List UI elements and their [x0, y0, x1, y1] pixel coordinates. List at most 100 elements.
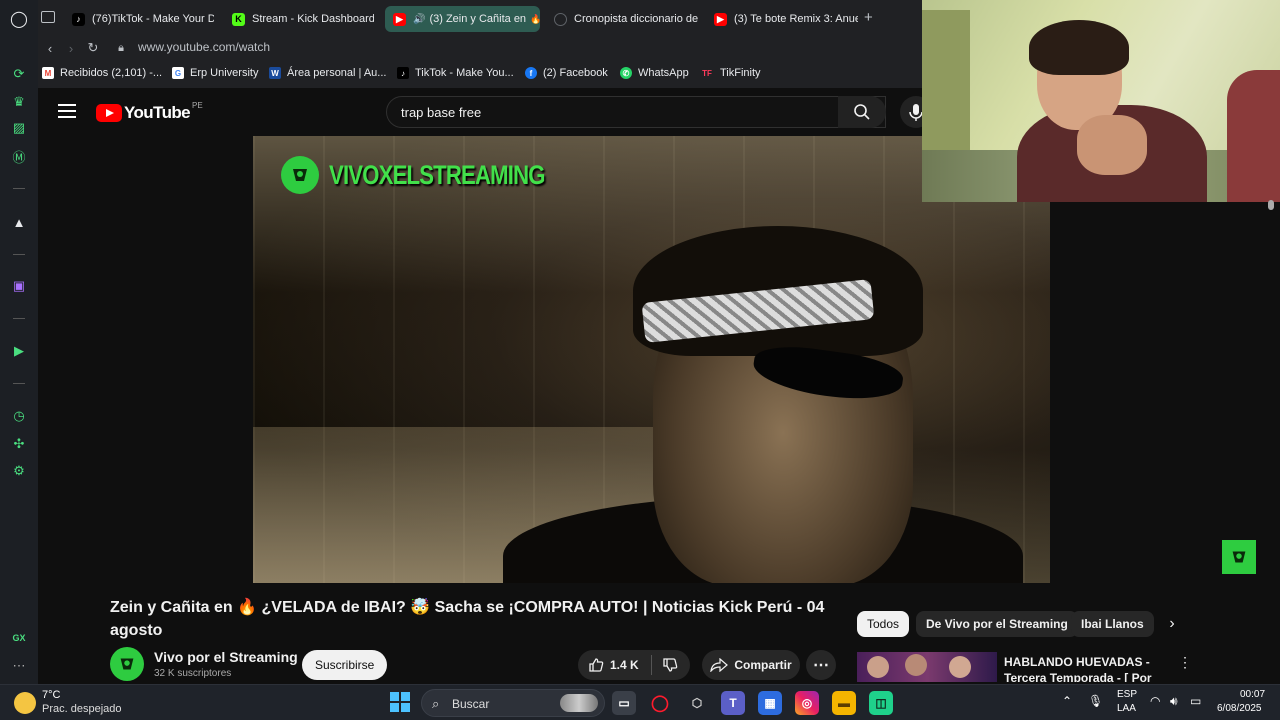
facebook-icon: f — [525, 67, 537, 79]
app-cube-icon[interactable]: ⬡ — [685, 691, 709, 715]
speaker-icon[interactable]: 🔊 — [413, 14, 425, 25]
tab-label: (3) Te bote Remix 3: Anue — [734, 13, 858, 25]
weather-sun-icon[interactable] — [14, 692, 36, 714]
bookmark-area-personal[interactable]: W Área personal | Au... — [269, 67, 386, 79]
sidebar-divider — [13, 318, 25, 319]
messenger-icon[interactable]: Ⓜ — [9, 146, 29, 166]
tab-youtube-remix[interactable]: ▶ (3) Te bote Remix 3: Anue — [706, 6, 858, 32]
bookmark-label: (2) Facebook — [543, 67, 608, 79]
youtube-wordmark: YouTube — [124, 103, 191, 122]
gallery-icon[interactable]: ▨ — [9, 118, 29, 138]
url-field[interactable]: www.youtube.com/watch — [138, 40, 270, 54]
instagram-icon[interactable]: ◎ — [795, 691, 819, 715]
tray-microphone-icon[interactable]: 🎙︎ — [1088, 694, 1103, 708]
like-button[interactable]: 1.4 K — [588, 657, 639, 673]
youtube-logo[interactable]: YouTube PE — [96, 101, 203, 123]
opera-logo-icon[interactable]: ◯ — [9, 9, 29, 29]
refresh-icon[interactable]: ⟳ — [9, 64, 29, 84]
page-scrollbar[interactable] — [1268, 200, 1274, 210]
forward-arrow-icon[interactable]: › — [62, 39, 80, 57]
hamburger-menu-icon[interactable] — [58, 104, 76, 118]
recommended-video-title[interactable]: HABLANDO HUEVADAS - Tercera Temporada - … — [1004, 654, 1164, 682]
video-player[interactable]: VIVOXELSTREAMING — [253, 136, 1050, 583]
bookmark-whatsapp[interactable]: ✆ WhatsApp — [620, 67, 689, 79]
search-icon — [854, 104, 870, 120]
tab-tiktok[interactable]: ♪ (76)TikTok - Make Your D — [64, 6, 214, 32]
volume-icon[interactable]: 🔊︎ — [1170, 694, 1178, 709]
shield-icon: W — [269, 67, 281, 79]
kick-icon: K — [232, 12, 245, 26]
twitch-icon[interactable]: ▣ — [9, 276, 29, 296]
bookmark-tikfinity[interactable]: TF TikFinity — [700, 67, 760, 79]
teams-icon[interactable]: T — [721, 691, 745, 715]
store-icon[interactable]: ▦ — [758, 691, 782, 715]
chevron-right-icon[interactable]: › — [1162, 613, 1182, 635]
aria-icon[interactable]: ▲ — [9, 212, 29, 232]
chip-todos[interactable]: Todos — [857, 611, 910, 637]
streaming-app-icon[interactable]: ◫ — [869, 691, 893, 715]
history-icon[interactable]: ◷ — [9, 406, 29, 426]
loading-icon — [554, 12, 567, 26]
wifi-icon[interactable]: ◠ — [1150, 694, 1160, 708]
tab-islands-icon[interactable] — [41, 11, 55, 23]
keyboard-layout[interactable]: LAA — [1117, 703, 1136, 714]
bookmark-label: WhatsApp — [638, 67, 689, 79]
bookmark-tiktok[interactable]: ♪ TikTok - Make You... — [397, 67, 514, 79]
tiktok-icon: ♪ — [397, 67, 409, 79]
tab-youtube-active[interactable]: ▶ 🔊 (3) Zein y Cañita en 🔥 — [385, 6, 540, 32]
opera-gx-taskbar-icon[interactable]: ◯ — [648, 691, 672, 715]
extensions-icon[interactable]: ✣ — [9, 434, 29, 454]
clock-time[interactable]: 00:07 — [1240, 689, 1265, 700]
channel-name[interactable]: Vivo por el Streaming — [154, 649, 298, 665]
settings-gear-icon[interactable]: ⚙ — [9, 461, 29, 481]
share-label: Compartir — [734, 658, 792, 672]
battery-icon[interactable]: ▭ — [1190, 694, 1201, 708]
file-explorer-icon[interactable]: ▬ — [832, 691, 856, 715]
task-view-icon[interactable]: ▭ — [612, 691, 636, 715]
bookmark-label: Erp University — [190, 67, 259, 79]
new-tab-button[interactable]: + — [864, 9, 873, 26]
lock-icon[interactable]: 🔒︎ — [112, 39, 130, 57]
chip-ibai-llanos[interactable]: Ibai Llanos — [1071, 611, 1154, 637]
taskbar-search[interactable]: ⌕ Buscar — [421, 689, 605, 717]
tray-chevron-up-icon[interactable]: ⌃ — [1062, 694, 1072, 708]
share-button[interactable]: Compartir — [702, 650, 800, 680]
like-count: 1.4 K — [610, 658, 639, 672]
clock-date[interactable]: 6/08/2025 — [1217, 703, 1262, 714]
chip-de-vivo-por-el-streaming[interactable]: De Vivo por el Streaming — [916, 611, 1078, 637]
subscriber-count: 32 K suscriptores — [154, 668, 232, 679]
tab-kick[interactable]: K Stream - Kick Dashboard — [224, 6, 374, 32]
webcam-overlay — [922, 0, 1280, 202]
more-actions-button[interactable]: ⋯ — [806, 650, 836, 680]
channel-avatar[interactable] — [110, 647, 144, 681]
bookmark-gmail[interactable]: M Recibidos (2,101) -... — [42, 67, 162, 79]
back-arrow-icon[interactable]: ‹ — [41, 39, 59, 57]
search-box[interactable]: trap base free ✕ — [386, 96, 886, 128]
search-input[interactable]: trap base free — [401, 105, 481, 120]
thumbs-down-icon — [663, 658, 677, 672]
reload-icon[interactable]: ↻ — [84, 39, 102, 57]
thumb-face — [949, 656, 971, 678]
recommended-menu-icon[interactable]: ⋮ — [1178, 654, 1192, 671]
sidebar-more-icon[interactable]: ⋯ — [9, 656, 29, 676]
play-circle-icon[interactable]: ▶ — [9, 341, 29, 361]
bookmark-erp-university[interactable]: G Erp University — [172, 67, 258, 79]
subscribe-button[interactable]: Suscribirse — [302, 650, 388, 680]
keyboard-language[interactable]: ESP — [1117, 689, 1137, 700]
webcam-person — [1017, 20, 1207, 202]
search-button[interactable] — [838, 96, 886, 128]
recommended-video-thumbnail[interactable] — [857, 652, 997, 682]
windows-start-icon[interactable] — [390, 692, 410, 712]
watermark-text: VIVOXELSTREAMING — [329, 159, 546, 190]
bookmark-label: Área personal | Au... — [287, 67, 387, 79]
player-icon[interactable]: ♛ — [9, 92, 29, 112]
thumb-face — [905, 654, 927, 676]
gx-control-icon[interactable]: GX — [9, 628, 29, 648]
bookmark-facebook[interactable]: f (2) Facebook — [525, 67, 608, 79]
tab-cronopista[interactable]: Cronopista diccionario de — [546, 6, 701, 32]
weather-temperature[interactable]: 7°C — [42, 689, 60, 701]
weather-description[interactable]: Prac. despejado — [42, 703, 122, 715]
bookmark-label: TikTok - Make You... — [415, 67, 514, 79]
dislike-button[interactable] — [662, 657, 678, 673]
channel-badge-icon — [1222, 540, 1256, 574]
